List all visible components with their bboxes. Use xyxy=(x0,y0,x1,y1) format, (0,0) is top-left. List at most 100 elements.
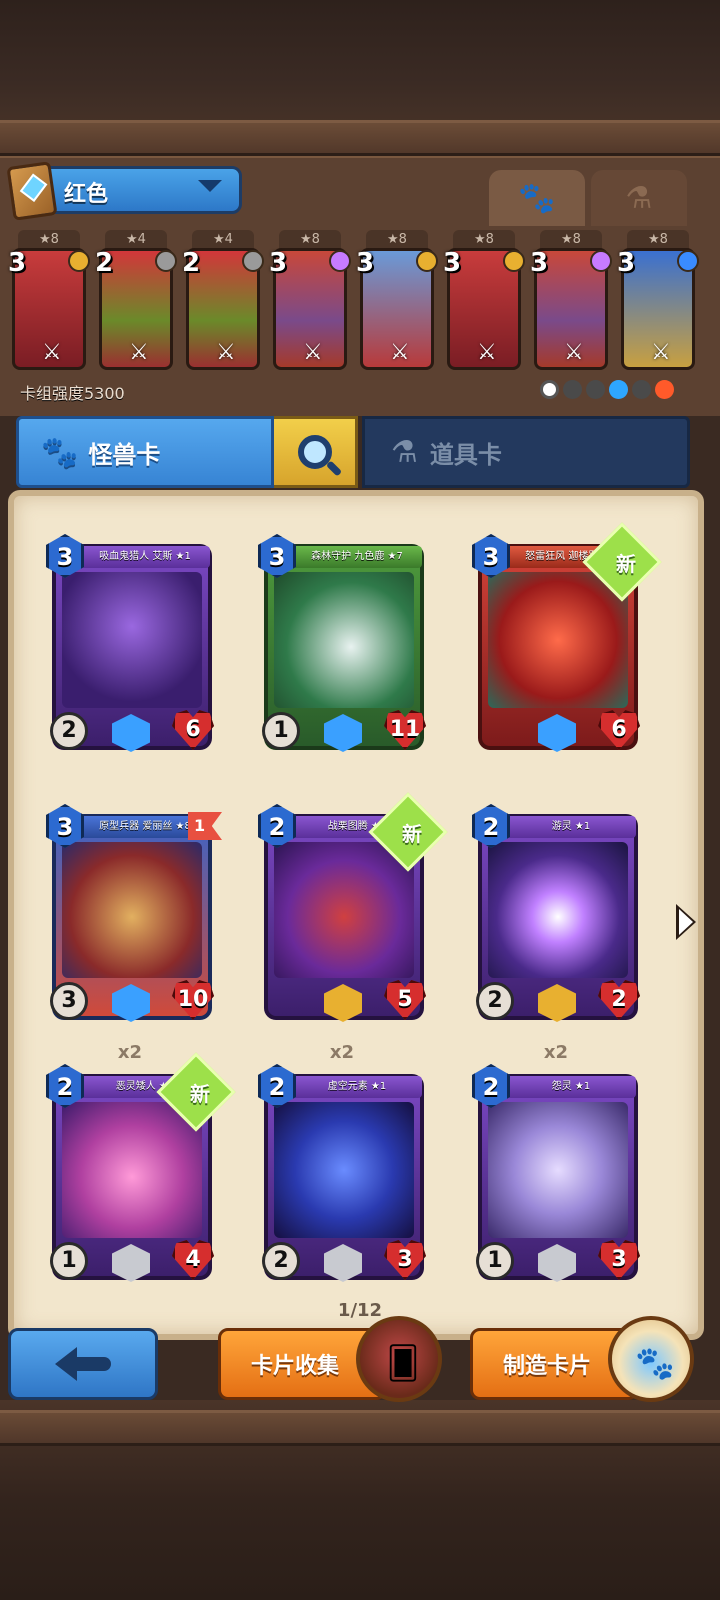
tab-monster-cards[interactable]: 🐾 怪兽卡 xyxy=(16,416,274,488)
tab-item-cards[interactable]: ⚗ 道具卡 xyxy=(362,416,690,488)
deck-name: 红色 xyxy=(64,182,109,207)
deck-card-cost: 3 xyxy=(269,248,288,278)
paw-icon: 🐾 xyxy=(518,180,556,216)
deck-card-stars: ★8 xyxy=(453,230,515,250)
deck-card[interactable]: ★4 2 ⚔ xyxy=(182,228,264,372)
card-attack: 2 xyxy=(50,712,88,750)
monster-card[interactable]: 原型兵器 爱丽丝 ★8 3 3 10 1 xyxy=(46,804,222,1024)
top-wood-beam xyxy=(0,120,720,156)
element-filter-row xyxy=(540,380,674,399)
next-page-arrow-icon[interactable] xyxy=(676,904,696,940)
tab-monster-label: 怪兽卡 xyxy=(88,440,161,469)
water-icon[interactable] xyxy=(609,380,628,399)
card-attack: 2 xyxy=(262,1242,300,1280)
card-art xyxy=(274,1102,414,1238)
potion-icon: ⚗ xyxy=(625,180,653,216)
tab-item-deck[interactable]: ⚗ xyxy=(591,170,687,226)
skull-icon[interactable] xyxy=(563,380,582,399)
monster-card[interactable]: 怒雷狂风 迦楼罗 ★1 3 6 新 xyxy=(472,522,662,754)
monster-card[interactable]: 战栗图腾 ★1 2 5 新 xyxy=(258,792,448,1024)
card-art xyxy=(274,572,414,708)
sword-icon: ⚔ xyxy=(477,340,497,365)
sword-icon: ⚔ xyxy=(564,340,584,365)
card-art xyxy=(488,1102,628,1238)
deck-power: 卡组强度5300 xyxy=(20,384,125,403)
gem-icon xyxy=(155,250,177,272)
deck-card-stars: ★4 xyxy=(105,230,167,250)
deck-card[interactable]: ★4 2 ⚔ xyxy=(95,228,177,372)
card-name: 游灵 ★1 xyxy=(506,816,636,838)
gem-icon xyxy=(590,250,612,272)
sword-icon: ⚔ xyxy=(390,340,410,365)
card-album-icon[interactable]: 🂠 xyxy=(356,1316,442,1402)
card-name: 吸血鬼猎人 艾斯 ★1 xyxy=(80,546,210,568)
back-button[interactable] xyxy=(8,1328,158,1400)
card-attack: 1 xyxy=(476,1242,514,1280)
deck-card[interactable]: ★8 3 ⚔ xyxy=(269,228,351,372)
bottom-wood-beam xyxy=(0,1410,720,1446)
deck-card-stars: ★8 xyxy=(279,230,341,250)
chevron-down-icon[interactable] xyxy=(198,180,222,192)
monster-card[interactable]: 虚空元素 ★1 2 2 3 xyxy=(258,1064,426,1284)
card-copies-count: x2 xyxy=(543,1042,569,1063)
deck-card-cost: 3 xyxy=(617,248,636,278)
card-art xyxy=(62,842,202,978)
search-button[interactable] xyxy=(274,416,358,488)
deck-card[interactable]: ★8 3 ⚔ xyxy=(8,228,90,372)
deck-card-stars: ★8 xyxy=(18,230,80,250)
gem-icon xyxy=(503,250,525,272)
monster-card[interactable]: 吸血鬼猎人 艾斯 ★1 3 2 6 xyxy=(46,534,214,754)
paw-icon: 🐾 xyxy=(635,1344,675,1382)
monster-card[interactable]: 恶灵矮人 ★1 2 1 4 新 xyxy=(46,1052,236,1284)
deck-card-stars: ★8 xyxy=(366,230,428,250)
wind-icon[interactable] xyxy=(632,380,651,399)
deck-card-stars: ★4 xyxy=(192,230,254,250)
monster-card[interactable]: 怨灵 ★1 2 1 3 xyxy=(472,1064,640,1284)
deck-card-cost: 2 xyxy=(182,248,201,278)
tab-item-label: 道具卡 xyxy=(429,440,502,469)
card-attack: 2 xyxy=(476,982,514,1020)
card-attack: 1 xyxy=(262,712,300,750)
card-art xyxy=(274,842,414,978)
deck-card-stars: ★8 xyxy=(540,230,602,250)
fire-icon[interactable] xyxy=(655,380,674,399)
gem-icon xyxy=(677,250,699,272)
deck-card[interactable]: ★8 3 ⚔ xyxy=(443,228,525,372)
card-album-glyph: 🂠 xyxy=(386,1344,420,1382)
card-name: 怨灵 ★1 xyxy=(506,1076,636,1098)
card-copies-count: x2 xyxy=(329,1042,355,1063)
search-icon xyxy=(297,435,332,469)
new-badge-label: 新 xyxy=(616,552,636,576)
deck-card[interactable]: ★8 3 ⚔ xyxy=(617,228,699,372)
sword-icon: ⚔ xyxy=(216,340,236,365)
potion-icon: ⚗ xyxy=(391,434,418,470)
potion-jar-icon[interactable]: 🐾 xyxy=(608,1316,694,1402)
sword-icon: ⚔ xyxy=(42,340,62,365)
neutral-icon[interactable] xyxy=(540,380,559,399)
top-wood-background xyxy=(0,0,720,140)
card-attack: 1 xyxy=(50,1242,88,1280)
tab-monster-deck[interactable]: 🐾 xyxy=(489,170,585,226)
card-attack: 3 xyxy=(50,982,88,1020)
deck-card-cost: 3 xyxy=(443,248,462,278)
deck-card[interactable]: ★8 3 ⚔ xyxy=(356,228,438,372)
category-tabs: 🐾 怪兽卡 ⚗ 道具卡 xyxy=(14,416,706,488)
card-art xyxy=(488,572,628,708)
gem-icon xyxy=(329,250,351,272)
card-name: 虚空元素 ★1 xyxy=(292,1076,422,1098)
monster-card[interactable]: 游灵 ★1 2 2 2 xyxy=(472,804,640,1024)
sword-icon: ⚔ xyxy=(651,340,671,365)
leaf-icon[interactable] xyxy=(586,380,605,399)
gem-icon xyxy=(68,250,90,272)
deck-card-cost: 3 xyxy=(530,248,549,278)
monster-card[interactable]: 森林守护 九色鹿 ★7 3 1 11 xyxy=(258,534,426,754)
craft-card-label: 制造卡片 xyxy=(503,1354,592,1379)
deck-book-icon xyxy=(6,161,58,221)
deck-card[interactable]: ★8 3 ⚔ xyxy=(530,228,612,372)
sword-icon: ⚔ xyxy=(303,340,323,365)
card-art xyxy=(62,572,202,708)
new-badge-label: 新 xyxy=(402,822,422,846)
deck-card-stars: ★8 xyxy=(627,230,689,250)
deck-card-cost: 3 xyxy=(8,248,27,278)
deck-card-list: ★8 3 ⚔ ★4 2 ⚔ ★4 2 ⚔ ★8 3 ⚔ ★8 3 ⚔ ★8 3 … xyxy=(8,228,712,376)
